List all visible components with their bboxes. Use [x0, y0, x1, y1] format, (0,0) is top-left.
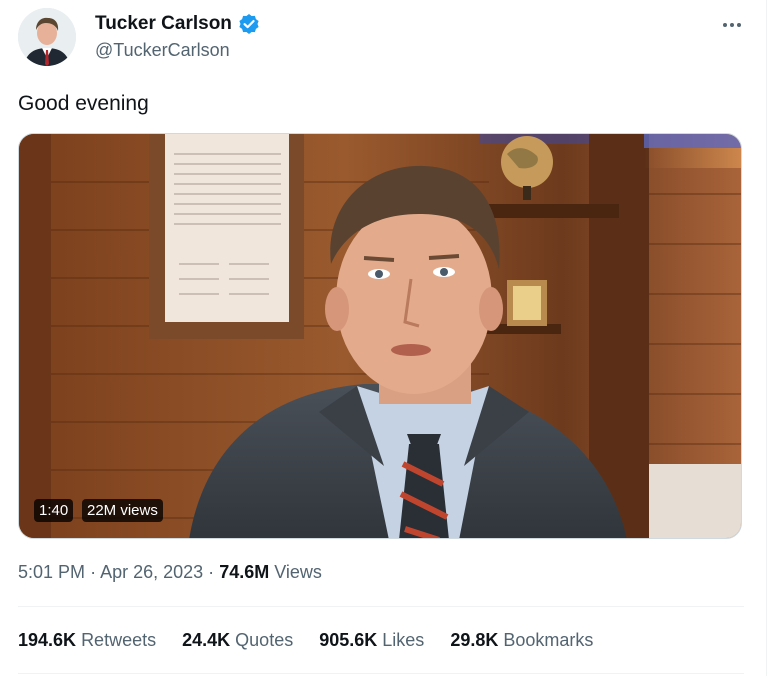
tweet-meta: 5:01 PM · Apr 26, 2023 · 74.6M Views	[18, 562, 322, 583]
stat-quotes[interactable]: 24.4K Quotes	[182, 630, 293, 651]
divider	[18, 606, 744, 607]
video-thumbnail	[19, 134, 741, 538]
avatar-image	[18, 8, 76, 66]
engagement-stats: 194.6K Retweets 24.4K Quotes 905.6K Like…	[18, 630, 619, 651]
timeline-border	[766, 0, 767, 676]
stat-count: 905.6K	[319, 630, 378, 650]
stat-bookmarks[interactable]: 29.8K Bookmarks	[450, 630, 593, 651]
author-name[interactable]: Tucker Carlson	[95, 13, 232, 35]
author-avatar[interactable]	[18, 8, 76, 66]
stat-label: Bookmarks	[503, 630, 594, 650]
stat-label: Likes	[382, 630, 425, 650]
stat-count: 29.8K	[450, 630, 499, 650]
stat-count: 24.4K	[182, 630, 231, 650]
more-dot	[730, 23, 734, 27]
video-duration-badge: 1:40	[34, 499, 74, 522]
author-handle[interactable]: @TuckerCarlson	[95, 40, 230, 61]
stat-label: Retweets	[81, 630, 157, 650]
tweet-time[interactable]: 5:01 PM	[18, 562, 85, 582]
tweet-text: Good evening	[18, 92, 149, 115]
verified-badge-icon	[239, 14, 259, 34]
stat-likes[interactable]: 905.6K Likes	[319, 630, 424, 651]
meta-separator: ·	[90, 562, 97, 582]
tweet-views-count: 74.6M	[219, 562, 270, 582]
video-player[interactable]	[18, 133, 742, 539]
tweet-views-label: Views	[274, 562, 322, 582]
tweet-date[interactable]: Apr 26, 2023	[100, 562, 203, 582]
video-views-badge: 22M views	[82, 499, 163, 522]
stat-retweets[interactable]: 194.6K Retweets	[18, 630, 156, 651]
meta-separator: ·	[208, 562, 215, 582]
more-dot	[723, 23, 727, 27]
stat-count: 194.6K	[18, 630, 77, 650]
divider	[18, 673, 744, 674]
more-options-icon[interactable]	[719, 14, 745, 36]
stat-label: Quotes	[235, 630, 294, 650]
more-dot	[737, 23, 741, 27]
